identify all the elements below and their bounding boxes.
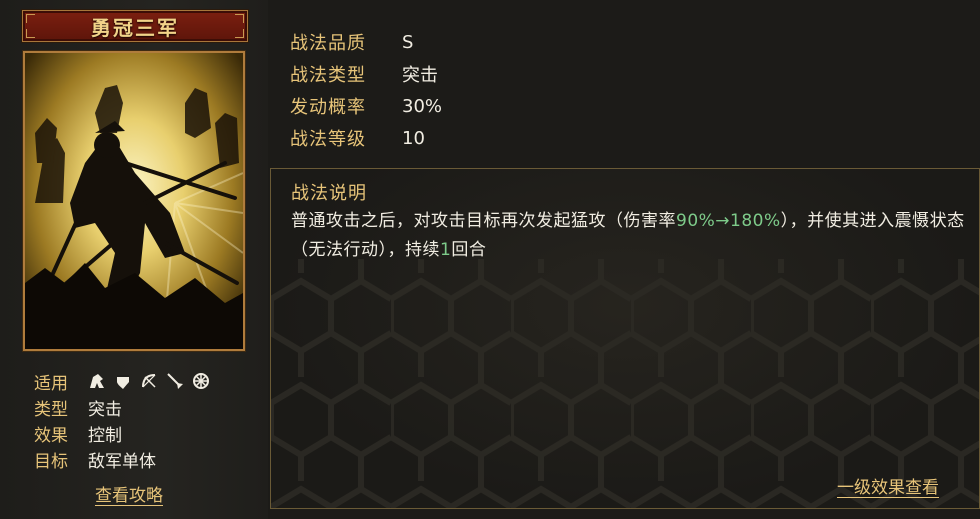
siege-wheel-icon xyxy=(192,372,210,390)
cavalry-icon xyxy=(88,372,106,390)
shield-icon xyxy=(114,372,132,390)
type-label: 类型 xyxy=(34,399,68,420)
applicable-troops-row: 适用 xyxy=(34,368,254,394)
stat-value: 10 xyxy=(402,127,425,149)
applicable-label: 适用 xyxy=(34,373,68,394)
damage-rate-highlight: 90%→180% xyxy=(676,211,781,231)
description-text: 普通攻击之后，对攻击目标再次发起猛攻（伤害率90%→180%），并使其进入震慑状… xyxy=(291,211,965,260)
description-panel: 战法说明 普通攻击之后，对攻击目标再次发起猛攻（伤害率90%→180%），并使其… xyxy=(270,168,980,509)
stat-row-probability: 发动概率 30% xyxy=(290,90,442,122)
type-value: 突击 xyxy=(88,399,122,420)
duration-highlight: 1 xyxy=(440,240,452,260)
stat-label: 战法等级 xyxy=(290,129,366,150)
bow-icon xyxy=(140,372,158,390)
skill-title-plate: 勇冠三军 xyxy=(22,10,248,42)
target-label: 目标 xyxy=(34,451,68,472)
stat-row-level: 战法等级 10 xyxy=(290,122,442,154)
target-value: 敌军单体 xyxy=(88,451,156,472)
target-row: 目标 敌军单体 xyxy=(34,446,254,472)
skill-artwork xyxy=(23,51,245,351)
type-row: 类型 突击 xyxy=(34,394,254,420)
view-strategy-link[interactable]: 查看攻略 xyxy=(95,481,163,506)
stat-label: 发动概率 xyxy=(290,97,366,118)
skill-stats: 战法品质 S 战法类型 突击 发动概率 30% 战法等级 10 xyxy=(290,26,442,154)
spear-icon xyxy=(166,372,184,390)
stat-row-quality: 战法品质 S xyxy=(290,26,442,58)
stat-value: 突击 xyxy=(402,65,438,86)
skill-detail-column: 战法品质 S 战法类型 突击 发动概率 30% 战法等级 10 战法说明 普通攻… xyxy=(268,0,980,519)
skill-card-column: 勇冠三军 适用 类型 突击 效果 控制 目标 敌军单体 查看攻略 xyxy=(0,0,268,519)
stat-label: 战法品质 xyxy=(290,33,366,54)
effect-row: 效果 控制 xyxy=(34,420,254,446)
skill-attributes: 适用 类型 突击 效果 控制 目标 敌军单体 xyxy=(34,368,254,472)
description-title: 战法说明 xyxy=(291,183,367,204)
effect-label: 效果 xyxy=(34,425,68,446)
stat-row-type: 战法类型 突击 xyxy=(290,58,442,90)
stat-value: S xyxy=(402,31,414,53)
stat-value: 30% xyxy=(402,95,443,117)
effect-value: 控制 xyxy=(88,425,122,446)
level-one-effect-link[interactable]: 一级效果查看 xyxy=(837,473,939,498)
stat-label: 战法类型 xyxy=(290,65,366,86)
skill-name: 勇冠三军 xyxy=(91,15,179,40)
